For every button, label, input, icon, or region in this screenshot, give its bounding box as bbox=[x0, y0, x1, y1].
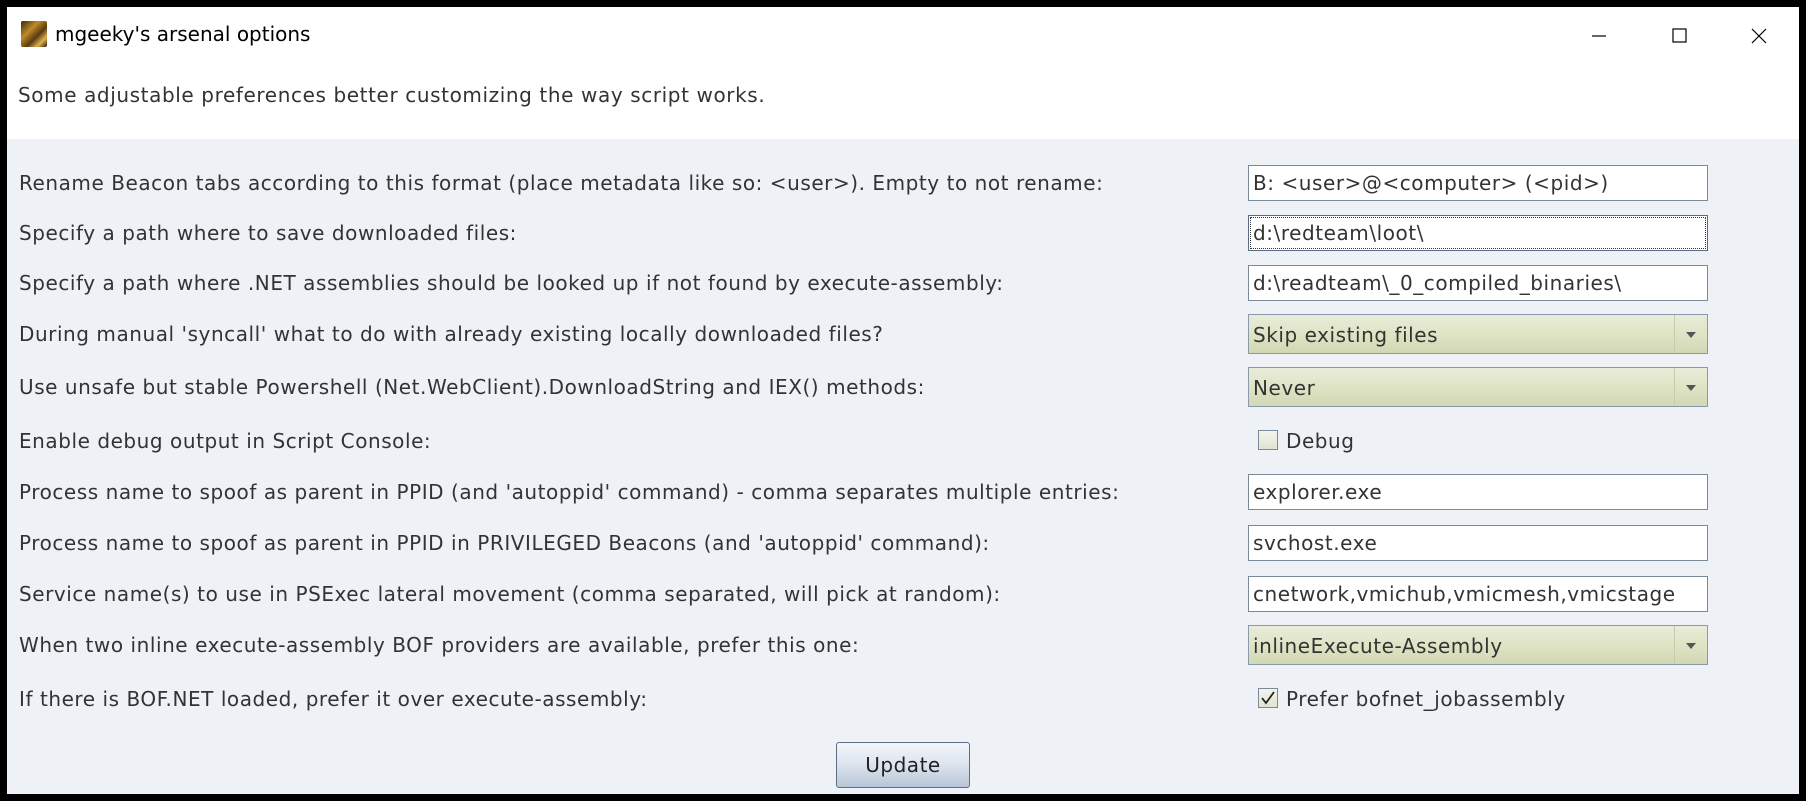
setting-label: Service name(s) to use in PSExec lateral… bbox=[19, 582, 1001, 606]
minimize-icon bbox=[1592, 35, 1606, 37]
input-value: explorer.exe bbox=[1253, 480, 1383, 504]
input-value: B: <user>@<computer> (<pid>) bbox=[1253, 171, 1609, 195]
app-icon bbox=[21, 21, 47, 47]
setting-label: Process name to spoof as parent in PPID … bbox=[19, 531, 990, 555]
title-bar: mgeeky's arsenal options bbox=[7, 7, 1799, 65]
setting-label: During manual 'syncall' what to do with … bbox=[19, 322, 884, 346]
checkbox-label[interactable]: Prefer bofnet_jobassembly bbox=[1286, 677, 1566, 721]
setting-row-ppid-privileged: Process name to spoof as parent in PPID … bbox=[7, 521, 1799, 565]
dropdown-arrow-button[interactable] bbox=[1674, 626, 1707, 664]
checkbox-label[interactable]: Debug bbox=[1286, 419, 1355, 463]
select-value: Never bbox=[1253, 376, 1316, 400]
setting-label: When two inline execute-assembly BOF pro… bbox=[19, 633, 860, 657]
input-value: svchost.exe bbox=[1253, 531, 1378, 555]
close-icon bbox=[1751, 28, 1767, 44]
ppid-privileged-input[interactable]: svchost.exe bbox=[1248, 525, 1708, 561]
setting-label: Specify a path where to save downloaded … bbox=[19, 221, 517, 245]
setting-label: Rename Beacon tabs according to this for… bbox=[19, 171, 1104, 195]
maximize-icon bbox=[1672, 28, 1687, 43]
setting-row-syncall-behavior: During manual 'syncall' what to do with … bbox=[7, 312, 1799, 356]
setting-row-psexec-service: Service name(s) to use in PSExec lateral… bbox=[7, 572, 1799, 616]
input-value: d:\readteam\_0_compiled_binaries\ bbox=[1253, 271, 1622, 295]
syncall-behavior-select[interactable]: Skip existing files bbox=[1248, 314, 1708, 354]
bof-provider-select[interactable]: inlineExecute-Assembly bbox=[1248, 625, 1708, 665]
checkmark-icon bbox=[1261, 691, 1275, 705]
settings-panel: Rename Beacon tabs according to this for… bbox=[7, 139, 1799, 794]
setting-label: Use unsafe but stable Powershell (Net.We… bbox=[19, 375, 925, 399]
beacon-tab-format-input[interactable]: B: <user>@<computer> (<pid>) bbox=[1248, 165, 1708, 201]
chevron-down-icon bbox=[1686, 385, 1696, 391]
update-button[interactable]: Update bbox=[836, 742, 970, 788]
assemblies-path-input[interactable]: d:\readteam\_0_compiled_binaries\ bbox=[1248, 265, 1708, 301]
setting-row-bof-provider: When two inline execute-assembly BOF pro… bbox=[7, 623, 1799, 667]
select-value: inlineExecute-Assembly bbox=[1253, 634, 1503, 658]
setting-label: Enable debug output in Script Console: bbox=[19, 429, 432, 453]
dropdown-arrow-button[interactable] bbox=[1674, 315, 1707, 353]
setting-row-powershell-method: Use unsafe but stable Powershell (Net.We… bbox=[7, 365, 1799, 409]
setting-row-beacon-tab-format: Rename Beacon tabs according to this for… bbox=[7, 161, 1799, 205]
select-value: Skip existing files bbox=[1253, 323, 1439, 347]
setting-row-assemblies-path: Specify a path where .NET assemblies sho… bbox=[7, 261, 1799, 305]
debug-checkbox[interactable] bbox=[1258, 430, 1278, 450]
setting-row-download-path: Specify a path where to save downloaded … bbox=[7, 211, 1799, 255]
maximize-button[interactable] bbox=[1639, 7, 1719, 65]
setting-row-bofnet-preference: If there is BOF.NET loaded, prefer it ov… bbox=[7, 677, 1799, 721]
download-path-input[interactable]: d:\redteam\loot\ bbox=[1248, 215, 1708, 251]
setting-label: Specify a path where .NET assemblies sho… bbox=[19, 271, 1004, 295]
setting-label: Process name to spoof as parent in PPID … bbox=[19, 480, 1120, 504]
description-text: Some adjustable preferences better custo… bbox=[18, 83, 766, 107]
window-title: mgeeky's arsenal options bbox=[55, 22, 311, 46]
bofnet-checkbox[interactable] bbox=[1258, 688, 1278, 708]
close-button[interactable] bbox=[1719, 7, 1799, 65]
setting-label: If there is BOF.NET loaded, prefer it ov… bbox=[19, 687, 648, 711]
options-window: mgeeky's arsenal options Some adjustable… bbox=[7, 7, 1799, 794]
description-area: Some adjustable preferences better custo… bbox=[7, 65, 1799, 145]
chevron-down-icon bbox=[1686, 643, 1696, 649]
psexec-service-input[interactable]: cnetwork,vmichub,vmicmesh,vmicstage bbox=[1248, 576, 1708, 612]
input-value: cnetwork,vmichub,vmicmesh,vmicstage bbox=[1253, 582, 1676, 606]
input-value: d:\redteam\loot\ bbox=[1253, 221, 1424, 245]
powershell-method-select[interactable]: Never bbox=[1248, 367, 1708, 407]
minimize-button[interactable] bbox=[1559, 7, 1639, 65]
chevron-down-icon bbox=[1686, 332, 1696, 338]
ppid-spoof-input[interactable]: explorer.exe bbox=[1248, 474, 1708, 510]
setting-row-debug-output: Enable debug output in Script Console: D… bbox=[7, 419, 1799, 463]
setting-row-ppid-spoof: Process name to spoof as parent in PPID … bbox=[7, 470, 1799, 514]
dropdown-arrow-button[interactable] bbox=[1674, 368, 1707, 406]
